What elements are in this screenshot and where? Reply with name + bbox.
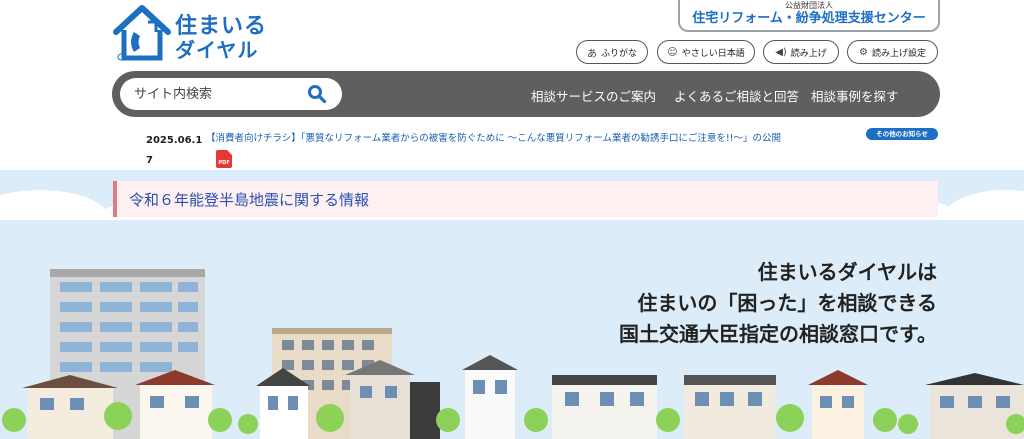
pdf-icon: PDF xyxy=(216,150,232,168)
read-aloud-label: 読み上げ xyxy=(790,48,827,59)
earthquake-notice-banner[interactable]: 令和６年能登半島地震に関する情報 xyxy=(113,181,938,217)
nav-search-cases[interactable]: 相談事例を探す xyxy=(811,86,899,105)
search-icon xyxy=(308,85,327,104)
furigana-icon: あ xyxy=(586,48,597,60)
furigana-button[interactable]: あ ふりがな xyxy=(576,40,648,64)
organization-name: 住宅リフォーム・紛争処理支援センター xyxy=(692,11,926,26)
nav-faq[interactable]: よくあるご相談と回答 xyxy=(674,86,799,105)
search-button[interactable] xyxy=(304,81,330,107)
easy-japanese-button[interactable]: ☺ やさしい日本語 xyxy=(657,40,755,64)
read-aloud-settings-label: 読み上げ設定 xyxy=(871,48,926,59)
main-navigation-bar: 相談サービスのご案内 よくあるご相談と回答 相談事例を探す xyxy=(112,71,940,117)
easy-japanese-icon: ☺ xyxy=(667,46,678,58)
speaker-icon: ◀) xyxy=(775,46,787,58)
nav-consultation-services[interactable]: 相談サービスのご案内 xyxy=(531,86,656,105)
logo-text-line2: ダイヤル xyxy=(175,38,259,62)
other-news-button[interactable]: その他のお知らせ xyxy=(866,128,938,140)
read-aloud-button[interactable]: ◀) 読み上げ xyxy=(763,40,839,64)
organization-type: 公益財団法人 xyxy=(785,1,833,10)
read-aloud-settings-button[interactable]: ⚙ 読み上げ設定 xyxy=(847,40,938,64)
hero-text-line2: 住まいの「困った」を相談できる xyxy=(637,291,937,315)
earthquake-notice-text: 令和６年能登半島地震に関する情報 xyxy=(129,191,370,209)
news-date: 2025.06.17 xyxy=(146,135,203,166)
gear-icon: ⚙ xyxy=(859,46,868,58)
site-logo[interactable]: 住まいる ダイヤル xyxy=(112,2,272,64)
organization-box[interactable]: 公益財団法人 住宅リフォーム・紛争処理支援センター xyxy=(678,0,940,32)
hero-text-line3: 国土交通大臣指定の相談窓口です。 xyxy=(619,322,937,346)
easy-japanese-label: やさしい日本語 xyxy=(681,48,745,59)
news-link[interactable]: 【消費者向けチラシ】「悪質なリフォーム業者からの被害を防ぐために ～こんな悪質リ… xyxy=(206,130,781,144)
hero-text-line1: 住まいるダイヤルは xyxy=(757,260,937,284)
house-phone-logo-icon xyxy=(113,5,171,61)
furigana-label: ふりがな xyxy=(600,48,637,59)
